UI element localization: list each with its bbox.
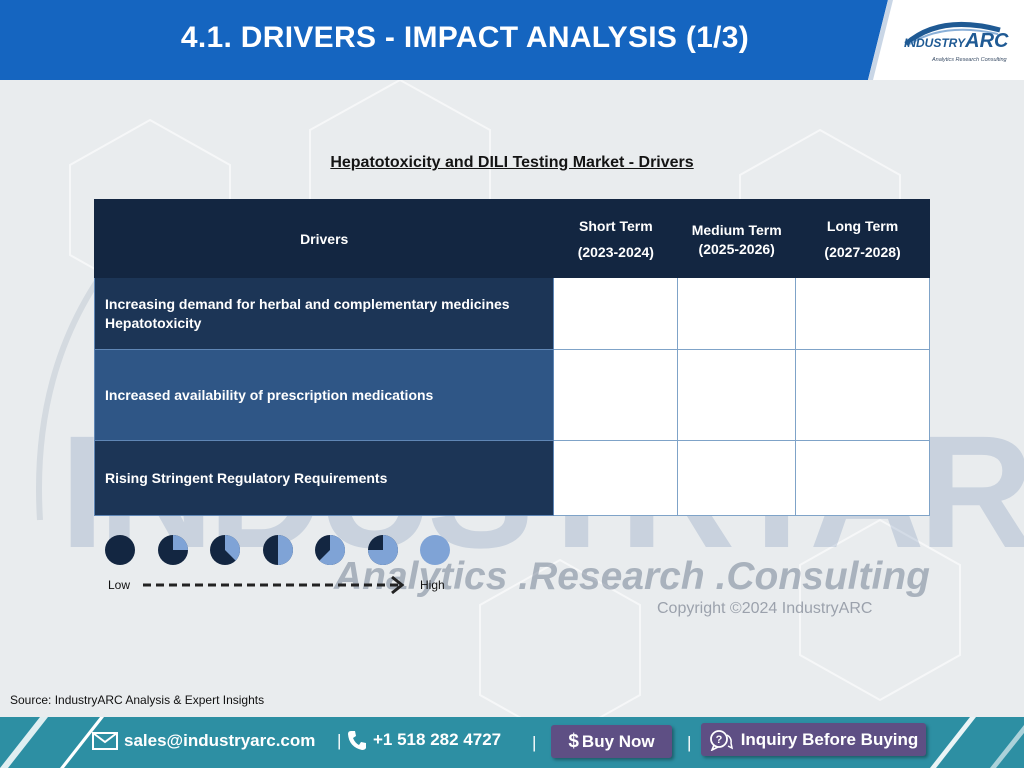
header-label: Long Term bbox=[826, 217, 899, 234]
impact-cell-long-term bbox=[795, 349, 930, 441]
legend-low-label: Low bbox=[108, 578, 131, 592]
legend-high-label: High bbox=[420, 578, 445, 592]
driver-label: Increasing demand for herbal and complem… bbox=[105, 295, 510, 312]
email-text: sales@industryarc.com bbox=[124, 731, 316, 750]
source-note: Source: IndustryARC Analysis & Expert In… bbox=[10, 693, 265, 707]
page-title: 4.1. DRIVERS - IMPACT ANALYSIS (1/3) bbox=[180, 21, 750, 54]
driver-cell: Increasing demand for herbal and complem… bbox=[93, 277, 555, 350]
logo-word-prefix: INDUSTRY bbox=[904, 36, 966, 50]
driver-label-continued: Hepatotoxicity bbox=[105, 314, 202, 331]
inquiry-label: Inquiry Before Buying bbox=[740, 729, 919, 749]
driver-label: Increased availability of prescription m… bbox=[105, 386, 434, 403]
table-subtitle: Hepatotoxicity and DILI Testing Market -… bbox=[330, 154, 694, 171]
inquiry-before-buying-button[interactable]: ? Inquiry Before Buying bbox=[701, 723, 926, 756]
impact-cell-medium-term bbox=[677, 277, 797, 350]
table-row: Increased availability of prescription m… bbox=[93, 349, 930, 441]
header-label: Medium Term bbox=[691, 221, 782, 238]
logo-wordmark: INDUSTRYARC bbox=[904, 30, 1008, 53]
buy-now-button[interactable]: $ Buy Now bbox=[551, 725, 672, 758]
impact-cell-medium-term bbox=[677, 349, 797, 441]
impact-pie-icon bbox=[157, 535, 188, 565]
header-label: Short Term bbox=[579, 217, 653, 234]
svg-text:?: ? bbox=[715, 734, 722, 746]
chat-question-icon: ? bbox=[709, 729, 733, 751]
header-banner: 4.1. DRIVERS - IMPACT ANALYSIS (1/3) IND… bbox=[0, 0, 1024, 80]
header-drivers: Drivers bbox=[93, 199, 555, 278]
header-long-term: Long Term (2027-2028) bbox=[795, 199, 930, 278]
footer-phone[interactable]: +1 518 282 4727 bbox=[347, 729, 501, 751]
phone-text: +1 518 282 4727 bbox=[373, 730, 502, 749]
header-medium-term: Medium Term (2025-2026) bbox=[677, 199, 797, 278]
driver-label: Rising Stringent Regulatory Requirements bbox=[105, 469, 388, 486]
dollar-icon: $ bbox=[568, 730, 579, 752]
industryarc-logo[interactable]: INDUSTRYARC Analytics Research Consultin… bbox=[900, 10, 1018, 70]
impact-pie-icon bbox=[262, 535, 293, 565]
impact-table: Drivers Short Term (2023-2024) Medium Ter… bbox=[93, 199, 930, 516]
buy-now-label: Buy Now bbox=[581, 731, 655, 751]
impact-cell-short-term bbox=[553, 349, 679, 441]
header-label: Drivers bbox=[300, 230, 349, 247]
driver-cell: Increased availability of prescription m… bbox=[93, 349, 555, 441]
logo-tagline: Analytics Research Consulting bbox=[932, 57, 1007, 63]
impact-cell-short-term bbox=[553, 277, 679, 350]
phone-icon bbox=[348, 731, 366, 750]
impact-pie-icon bbox=[315, 535, 345, 565]
header-short-term: Short Term (2023-2024) bbox=[553, 199, 679, 278]
driver-cell: Rising Stringent Regulatory Requirements bbox=[93, 440, 555, 516]
envelope-icon bbox=[92, 732, 118, 750]
footer-separator: | bbox=[337, 731, 342, 750]
logo-word-suffix: ARC bbox=[965, 30, 1009, 52]
impact-cell-long-term bbox=[795, 277, 930, 350]
legend-arrow-icon bbox=[143, 575, 405, 595]
impact-cell-medium-term bbox=[677, 440, 797, 516]
impact-cell-short-term bbox=[553, 440, 679, 516]
copyright-text: Copyright ©2024 IndustryARC bbox=[657, 600, 873, 617]
footer-separator: | bbox=[532, 733, 537, 752]
header-period: (2023-2024) bbox=[577, 243, 654, 260]
impact-pie-icon bbox=[420, 535, 450, 565]
table-row: Rising Stringent Regulatory Requirements bbox=[93, 440, 930, 516]
impact-pie-icon bbox=[210, 535, 240, 565]
header-period: (2027-2028) bbox=[824, 243, 901, 260]
table-header-row: Drivers Short Term (2023-2024) Medium Ter… bbox=[93, 199, 930, 278]
impact-cell-long-term bbox=[795, 440, 930, 516]
footer-email[interactable]: sales@industryarc.com bbox=[92, 731, 315, 751]
header-period: (2025-2026) bbox=[698, 240, 775, 257]
impact-pie-icon bbox=[105, 535, 135, 565]
table-row: Increasing demand for herbal and complem… bbox=[93, 277, 930, 350]
footer-separator: | bbox=[687, 733, 692, 752]
footer-bar: sales@industryarc.com | +1 518 282 4727 … bbox=[0, 717, 1024, 768]
impact-pie-icon bbox=[367, 535, 398, 565]
